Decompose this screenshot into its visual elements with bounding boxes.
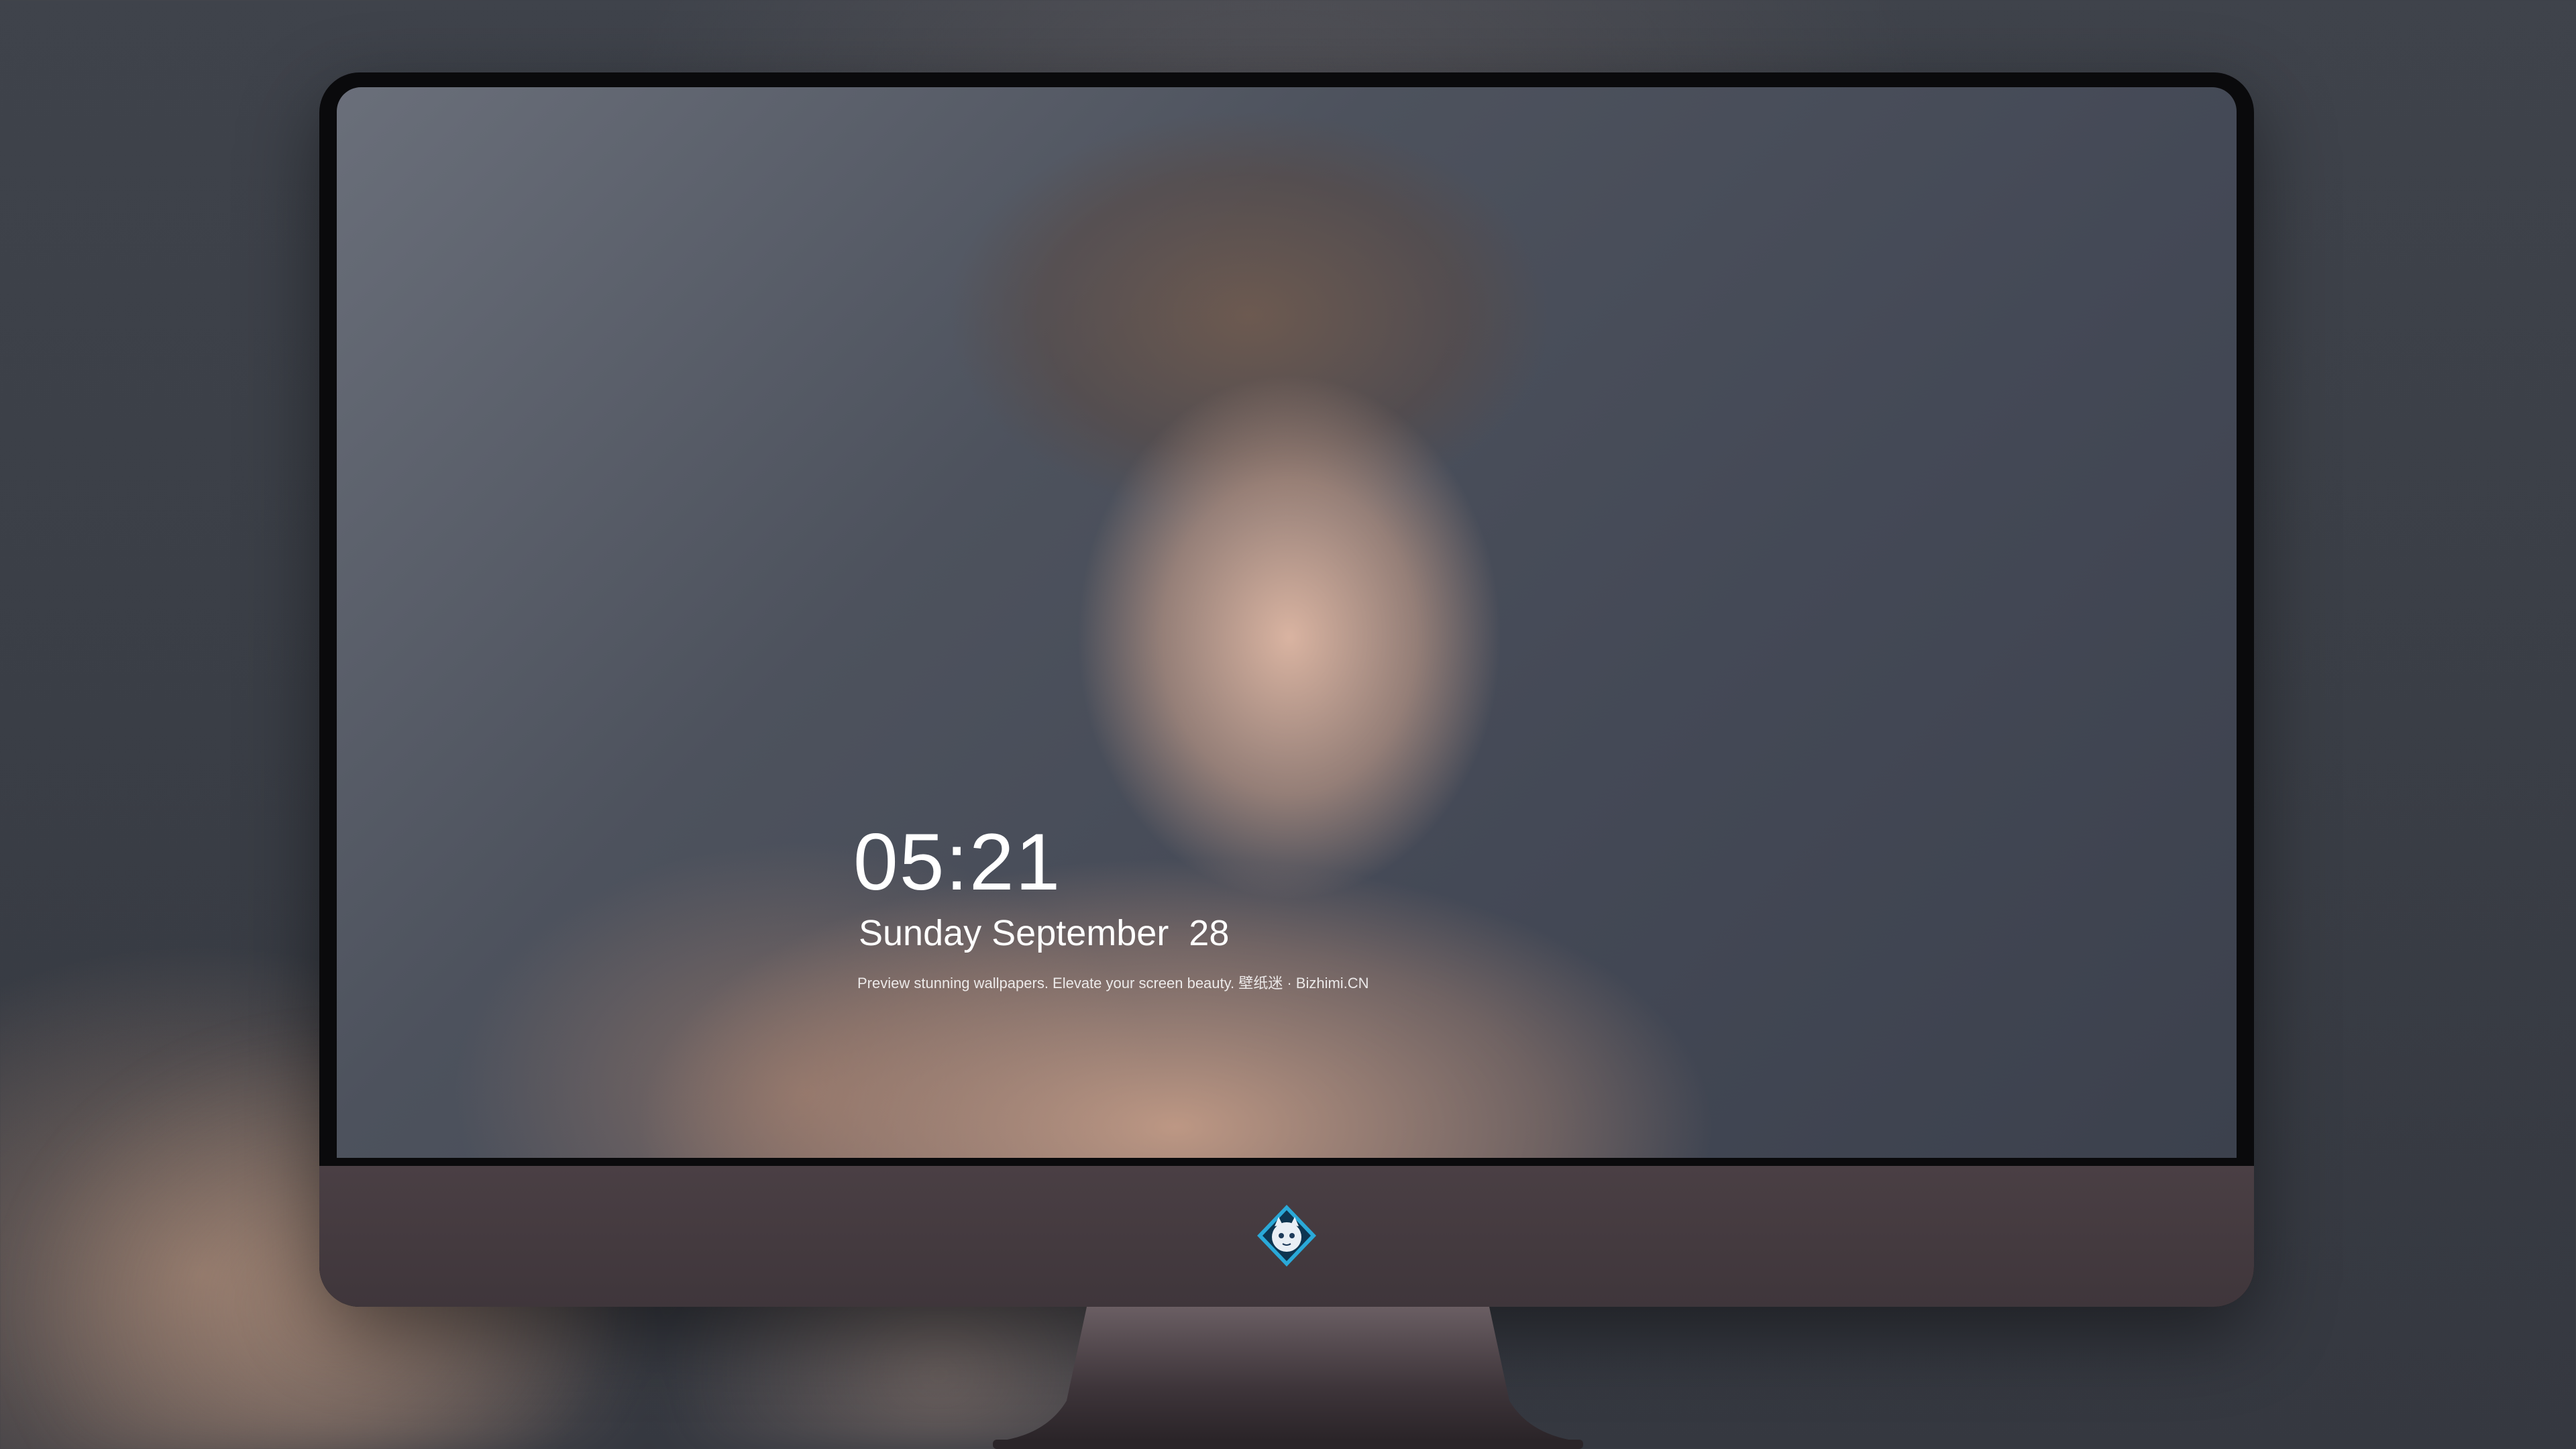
monitor: 05:21 Sunday September 28 Preview stunni… [319,72,2254,1307]
lock-screen-date: Sunday September 28 [859,913,1230,953]
monitor-stand [986,1307,1590,1449]
mascot-logo [1253,1202,1320,1269]
desktop-screen: 05:21 Sunday September 28 Preview stunni… [337,87,2237,1158]
wallpaper-caption: Preview stunning wallpapers. Elevate you… [857,975,1369,991]
lock-screen-time: 05:21 [853,817,1062,907]
